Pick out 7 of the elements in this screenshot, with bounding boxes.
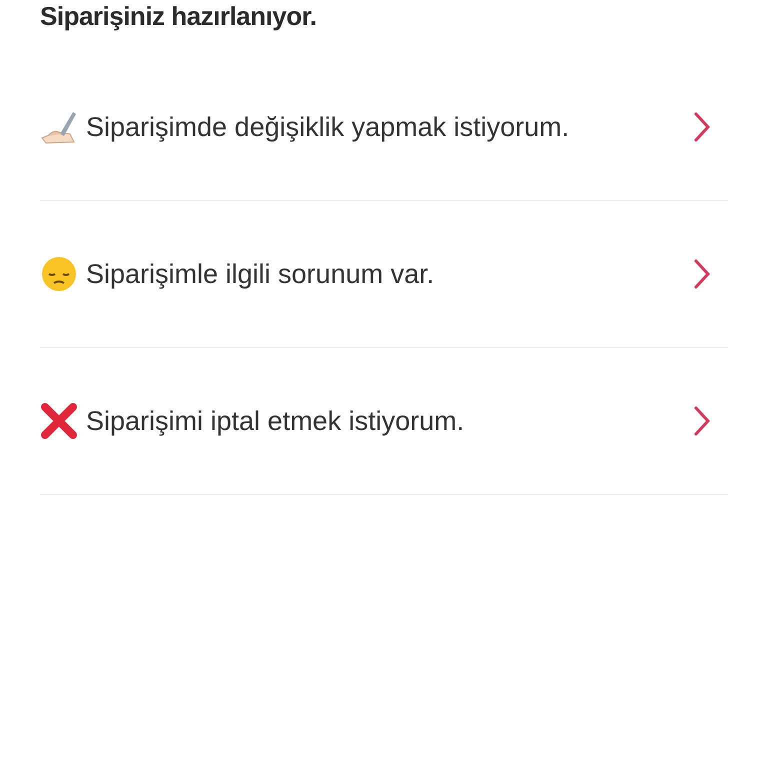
option-row[interactable]: Siparişimi iptal etmek istiyorum. bbox=[40, 348, 728, 495]
option-label: Siparişimle ilgili sorunum var. bbox=[86, 258, 436, 290]
option-row[interactable]: Siparişimle ilgili sorunum var. bbox=[40, 201, 728, 348]
option-label: Siparişimi iptal etmek istiyorum. bbox=[86, 406, 466, 436]
order-status-title: Siparişiniz hazırlanıyor. bbox=[40, 0, 318, 33]
option-row[interactable]: Siparişimde değişiklik yapmak istiyorum. bbox=[40, 54, 728, 201]
option-label: Siparişimde değişiklik yapmak istiyorum. bbox=[86, 112, 570, 142]
